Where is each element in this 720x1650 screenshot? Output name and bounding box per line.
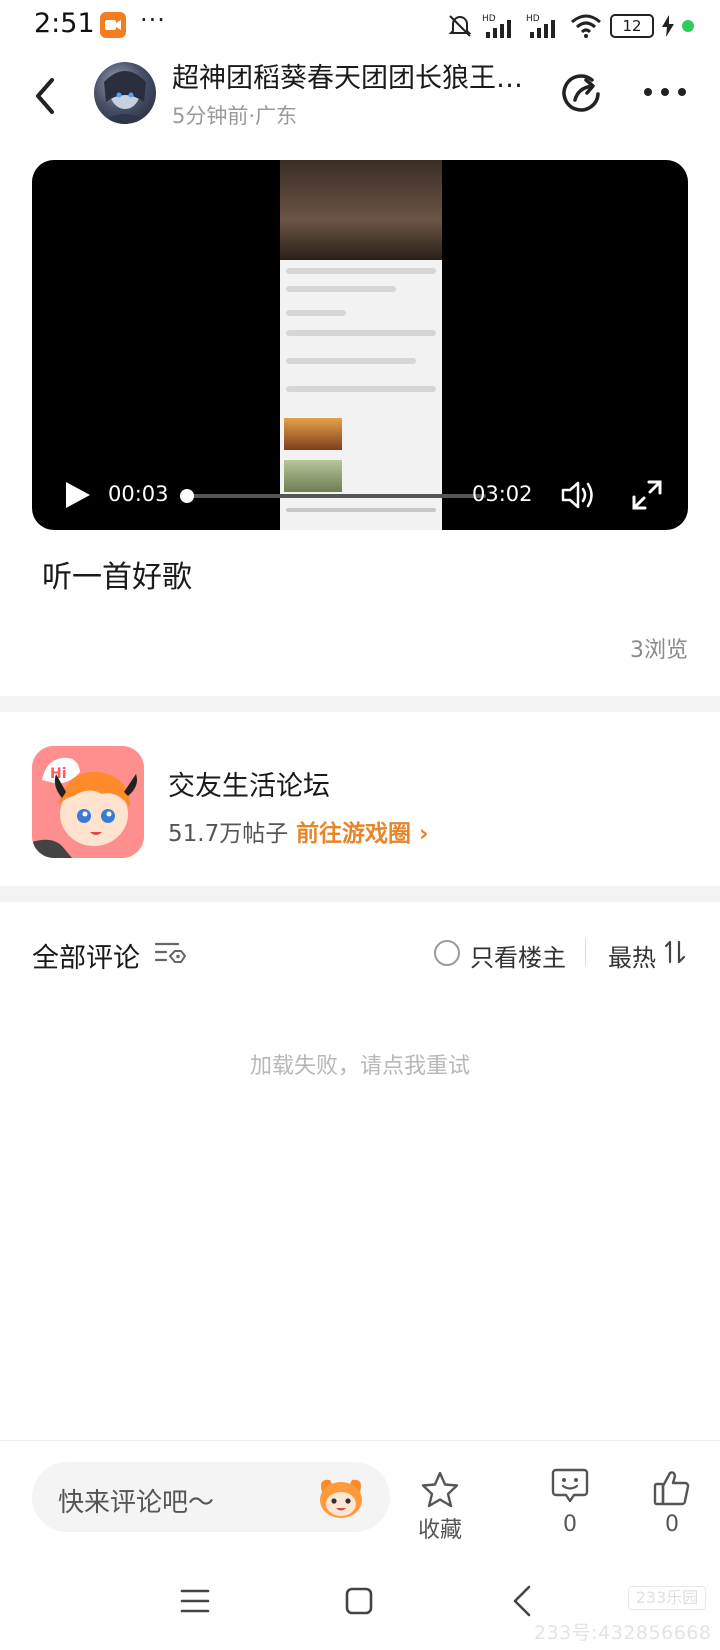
battery-icon: 12: [610, 14, 654, 38]
signal-icon-2: HD: [526, 14, 555, 38]
home-square-icon: [345, 1587, 373, 1615]
video-progress-bar[interactable]: [180, 489, 486, 503]
more-options-button[interactable]: [642, 82, 688, 102]
fullscreen-icon: [632, 480, 662, 510]
forum-post-count: 51.7万帖子: [168, 821, 289, 847]
status-more-dots: ···: [140, 6, 166, 34]
silent-bell-icon: [448, 15, 472, 37]
video-thumbnail: [280, 160, 442, 530]
chevron-left-icon: [36, 78, 54, 114]
section-divider: [0, 886, 720, 902]
watermark-logo: 233乐园: [628, 1586, 706, 1610]
filter-separator: [585, 938, 586, 966]
sort-icon[interactable]: [664, 940, 686, 964]
svg-text:HD: HD: [482, 14, 496, 24]
signal-icon: HD: [482, 14, 511, 38]
privacy-indicator-dot: [682, 20, 694, 32]
comments-title: 全部评论: [32, 943, 140, 974]
bottom-bar-divider: [0, 1440, 720, 1441]
author-avatar[interactable]: [94, 62, 156, 124]
comment-count: 0: [563, 1512, 577, 1537]
current-time: 00:03: [108, 482, 169, 506]
progress-handle[interactable]: [180, 489, 195, 503]
svg-text:HD: HD: [526, 14, 540, 24]
volume-icon: [561, 481, 593, 509]
charging-icon: [662, 15, 674, 37]
comment-filter-icon[interactable]: [154, 938, 187, 968]
nav-back-button[interactable]: [510, 1584, 534, 1618]
nav-back-icon: [513, 1585, 531, 1617]
more-dots-icon: [644, 88, 686, 96]
nav-home-button[interactable]: [344, 1586, 374, 1616]
fullscreen-button[interactable]: [630, 478, 664, 512]
share-icon: [562, 74, 600, 112]
view-count: 3浏览: [630, 638, 688, 663]
comment-input-placeholder[interactable]: 快来评论吧～: [58, 1482, 214, 1519]
comment-icon[interactable]: [550, 1466, 590, 1506]
sort-hot-label[interactable]: 最热: [608, 938, 656, 973]
play-icon: [66, 482, 90, 508]
author-name[interactable]: 超神团稻葵春天团团长狼王…: [172, 56, 523, 95]
thumbnail-item-image: [284, 418, 342, 450]
wifi-icon: [571, 14, 601, 38]
forum-name[interactable]: 交友生活论坛: [168, 764, 330, 803]
watermark-id: 233号:432856668: [534, 1622, 712, 1644]
like-thumb-icon[interactable]: [652, 1468, 692, 1508]
go-to-forum-link[interactable]: 前往游戏圈 ›: [296, 814, 429, 848]
post-title: 听一首好歌: [42, 560, 192, 595]
thumbnail-studio-image: [280, 160, 442, 260]
status-time: 2:51: [34, 8, 95, 39]
favorite-star-icon[interactable]: [420, 1470, 460, 1510]
video-player[interactable]: 00:03 03:02: [32, 160, 688, 530]
only-op-radio[interactable]: [434, 940, 460, 966]
forum-app-icon[interactable]: Hi: [32, 746, 144, 858]
menu-icon: [180, 1589, 210, 1613]
like-count: 0: [665, 1512, 679, 1537]
emoji-mascot-icon[interactable]: [316, 1474, 366, 1520]
nav-menu-button[interactable]: [180, 1588, 210, 1614]
back-button[interactable]: [28, 72, 68, 120]
status-icons: HD HD 12: [446, 10, 694, 42]
favorite-label[interactable]: 收藏: [400, 1512, 480, 1544]
share-button[interactable]: [560, 72, 604, 116]
screen-record-icon: [100, 12, 126, 38]
volume-button[interactable]: [560, 478, 598, 512]
load-error-retry[interactable]: 加载失败，请点我重试: [0, 1048, 720, 1080]
play-button[interactable]: [60, 478, 94, 512]
post-meta: 5分钟前·广东: [172, 104, 298, 128]
section-divider: [0, 696, 720, 712]
only-op-label[interactable]: 只看楼主: [470, 938, 566, 973]
total-time: 03:02: [472, 482, 533, 506]
thumbnail-item-image: [284, 460, 342, 492]
